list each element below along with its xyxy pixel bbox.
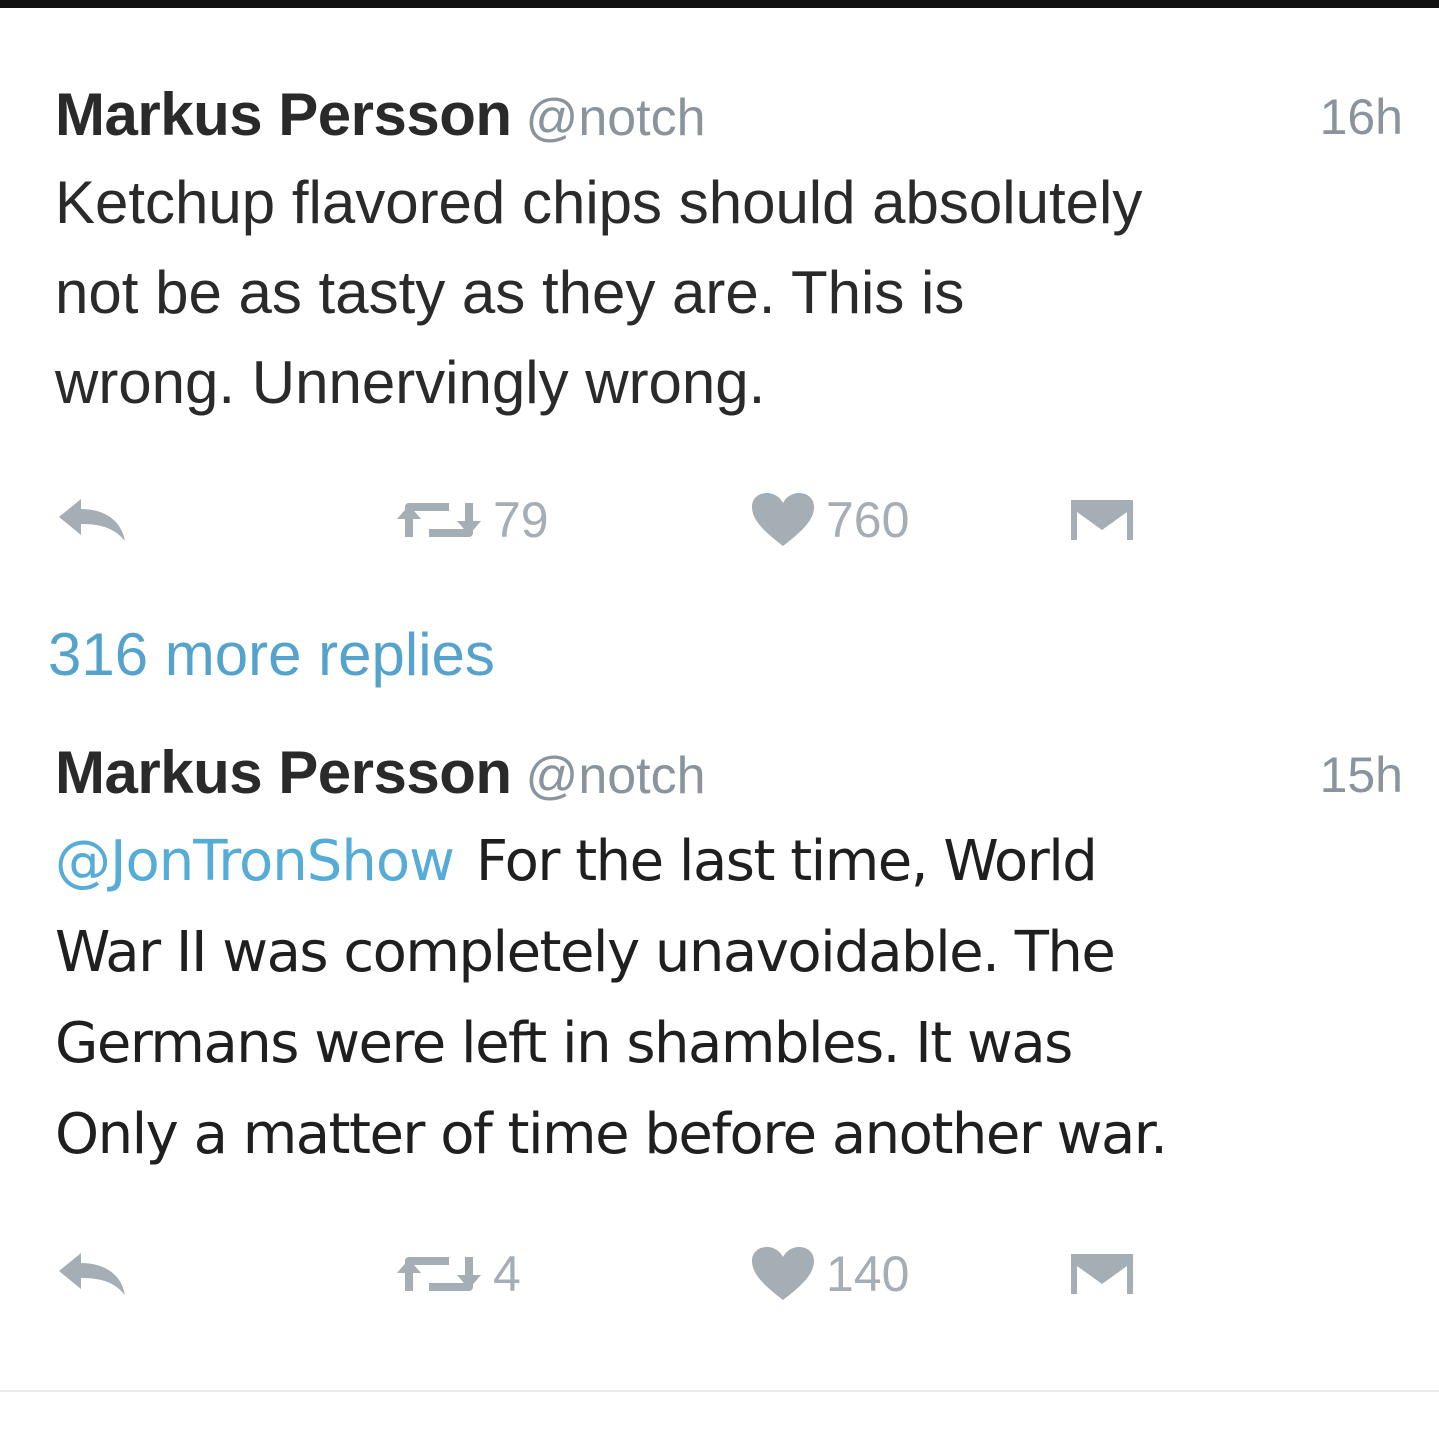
tweet-text-line: Only a matter of time before another war… (55, 1102, 1168, 1167)
tweet-text-line: @JonTronShow For the last time, World (55, 816, 1405, 907)
tweet-header: Markus Persson @notch 16h (55, 80, 1405, 150)
tweet-text-segment: For the last time, World (475, 829, 1098, 894)
retweet-button[interactable]: 79 (395, 480, 549, 560)
author-handle[interactable]: @notch (526, 747, 706, 805)
tweet-text-line: Ketchup flavored chips should absolutely (55, 169, 1143, 236)
tweet[interactable]: Markus Persson @notch 16h Ketchup flavore… (55, 80, 1405, 560)
reply-icon (55, 497, 129, 543)
like-count: 140 (826, 1246, 910, 1302)
retweet-icon (395, 497, 483, 543)
heart-icon (750, 1246, 816, 1302)
retweet-icon (395, 1251, 483, 1297)
envelope-icon (1067, 1250, 1137, 1298)
divider (0, 1390, 1439, 1392)
author-handle[interactable]: @notch (526, 89, 706, 147)
top-border (0, 0, 1439, 8)
tweet-timestamp[interactable]: 16h (1320, 88, 1403, 146)
tweet-text: Ketchup flavored chips should absolutely… (55, 158, 1405, 428)
reply-button[interactable] (55, 1234, 129, 1314)
like-button[interactable]: 140 (750, 1234, 909, 1314)
author-name[interactable]: Markus Persson (55, 739, 512, 806)
tweet-text: @JonTronShow For the last time, World War… (55, 816, 1405, 1180)
tweet-timestamp[interactable]: 15h (1320, 746, 1403, 804)
tweet-text-line: War II was completely unavoidable. The (55, 920, 1116, 985)
tweet-actions: 79 760 (55, 480, 1405, 560)
mention-link[interactable]: @JonTronShow (55, 829, 455, 894)
reply-icon (55, 1251, 129, 1297)
retweet-count: 79 (493, 492, 549, 548)
direct-message-button[interactable] (1067, 480, 1137, 560)
like-count: 760 (826, 492, 910, 548)
reply-button[interactable] (55, 480, 129, 560)
tweet-text-line: wrong. Unnervingly wrong. (55, 349, 766, 416)
retweet-count: 4 (493, 1246, 521, 1302)
more-replies-link[interactable]: 316 more replies (48, 620, 495, 689)
tweet-actions: 4 140 (55, 1234, 1405, 1314)
author-name[interactable]: Markus Persson (55, 81, 512, 148)
direct-message-button[interactable] (1067, 1234, 1137, 1314)
heart-icon (750, 492, 816, 548)
tweet-text-line: Germans were left in shambles. It was (55, 1011, 1073, 1076)
retweet-button[interactable]: 4 (395, 1234, 521, 1314)
like-button[interactable]: 760 (750, 480, 909, 560)
envelope-icon (1067, 496, 1137, 544)
tweet-text-line: not be as tasty as they are. This is (55, 259, 965, 326)
tweet[interactable]: Markus Persson @notch 15h @JonTronShow For… (55, 738, 1405, 1314)
tweet-header: Markus Persson @notch 15h (55, 738, 1405, 808)
